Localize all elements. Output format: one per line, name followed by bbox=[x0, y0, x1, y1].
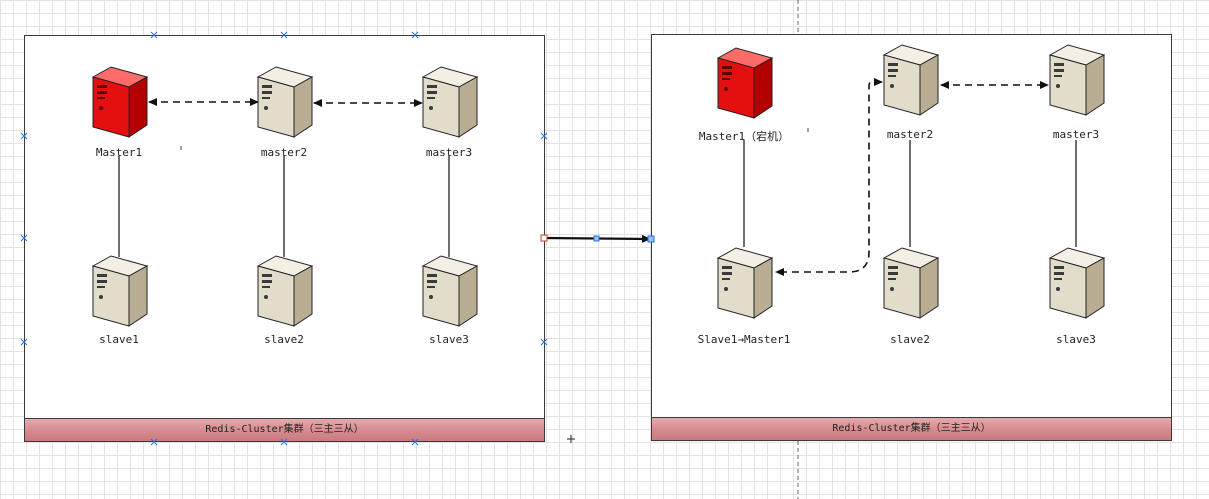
selection-handles[interactable] bbox=[0, 0, 1209, 499]
